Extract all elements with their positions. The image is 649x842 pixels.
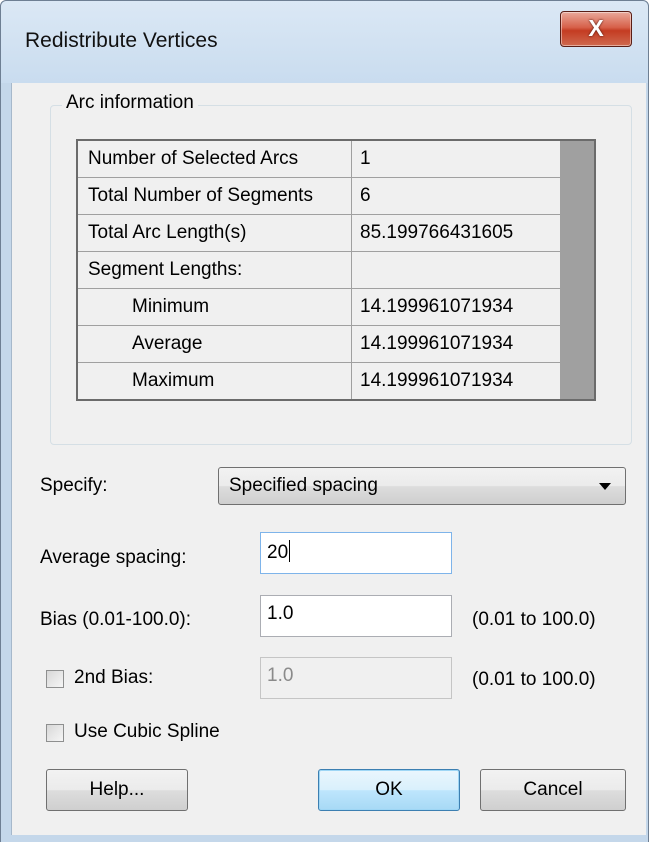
table-cell-label: Total Number of Segments [78, 178, 352, 214]
table-cell-value: 85.199766431605 [360, 222, 514, 243]
second-bias-checkbox[interactable] [46, 670, 64, 688]
second-bias-value: 1.0 [267, 665, 294, 686]
table-row: Total Arc Length(s) 85.199766431605 [78, 215, 560, 252]
bias-value: 1.0 [267, 603, 294, 624]
table-row: Total Number of Segments 6 [78, 178, 560, 215]
close-icon: X [588, 15, 604, 41]
table-scroll-area[interactable] [560, 141, 594, 399]
second-bias-range-label: (0.01 to 100.0) [472, 669, 596, 690]
dialog-title: Redistribute Vertices [25, 29, 218, 52]
table-cell-value: 14.199961071934 [360, 296, 514, 317]
table-row: Minimum 14.199961071934 [78, 289, 560, 326]
table-cell-label: Total Arc Length(s) [78, 215, 352, 251]
chevron-down-icon [599, 483, 611, 490]
table-cell-label: Average [78, 326, 352, 362]
dialog-body: Arc information Number of Selected Arcs … [11, 83, 646, 835]
table-cell-label: Maximum [78, 363, 352, 399]
cubic-spline-label[interactable]: Use Cubic Spline [74, 721, 220, 743]
specify-dropdown[interactable]: Specified spacing [218, 467, 626, 505]
table-row: Average 14.199961071934 [78, 326, 560, 363]
bias-label: Bias (0.01-100.0): [40, 609, 192, 630]
average-spacing-input[interactable]: 20 [260, 532, 452, 574]
table-cell-value: 14.199961071934 [360, 370, 514, 391]
close-button[interactable]: X [560, 11, 632, 47]
table-cell-label: Segment Lengths: [78, 252, 352, 288]
table-row: Number of Selected Arcs 1 [78, 141, 560, 178]
bias-range-label: (0.01 to 100.0) [472, 609, 596, 630]
table-cell-value: 1 [360, 148, 371, 169]
second-bias-label[interactable]: 2nd Bias: [74, 667, 153, 689]
table-cell-value [352, 252, 560, 288]
text-caret [289, 540, 291, 562]
window-frame-bottom [1, 835, 648, 842]
table-row: Maximum 14.199961071934 [78, 363, 560, 400]
cubic-spline-checkbox[interactable] [46, 724, 64, 742]
table-cell-label: Number of Selected Arcs [78, 141, 352, 177]
specify-selected-value: Specified spacing [229, 475, 378, 496]
table-cell-label: Minimum [78, 289, 352, 325]
specify-label: Specify: [40, 475, 108, 496]
arc-information-label: Arc information [62, 92, 198, 114]
table-row: Segment Lengths: [78, 252, 560, 289]
average-spacing-label: Average spacing: [40, 547, 187, 568]
arc-info-table: Number of Selected Arcs 1 Total Number o… [76, 139, 596, 401]
dialog-window: Redistribute Vertices X Arc information … [0, 0, 649, 842]
table-cell-value: 14.199961071934 [360, 333, 514, 354]
table-cell-value: 6 [360, 185, 371, 206]
ok-button[interactable]: OK [318, 769, 460, 811]
second-bias-input: 1.0 [260, 657, 452, 699]
window-frame-left [1, 83, 11, 841]
average-spacing-value: 20 [267, 542, 289, 563]
bias-input[interactable]: 1.0 [260, 595, 452, 637]
cancel-button[interactable]: Cancel [480, 769, 626, 811]
title-bar[interactable]: Redistribute Vertices X [1, 1, 648, 83]
help-button[interactable]: Help... [46, 769, 188, 811]
